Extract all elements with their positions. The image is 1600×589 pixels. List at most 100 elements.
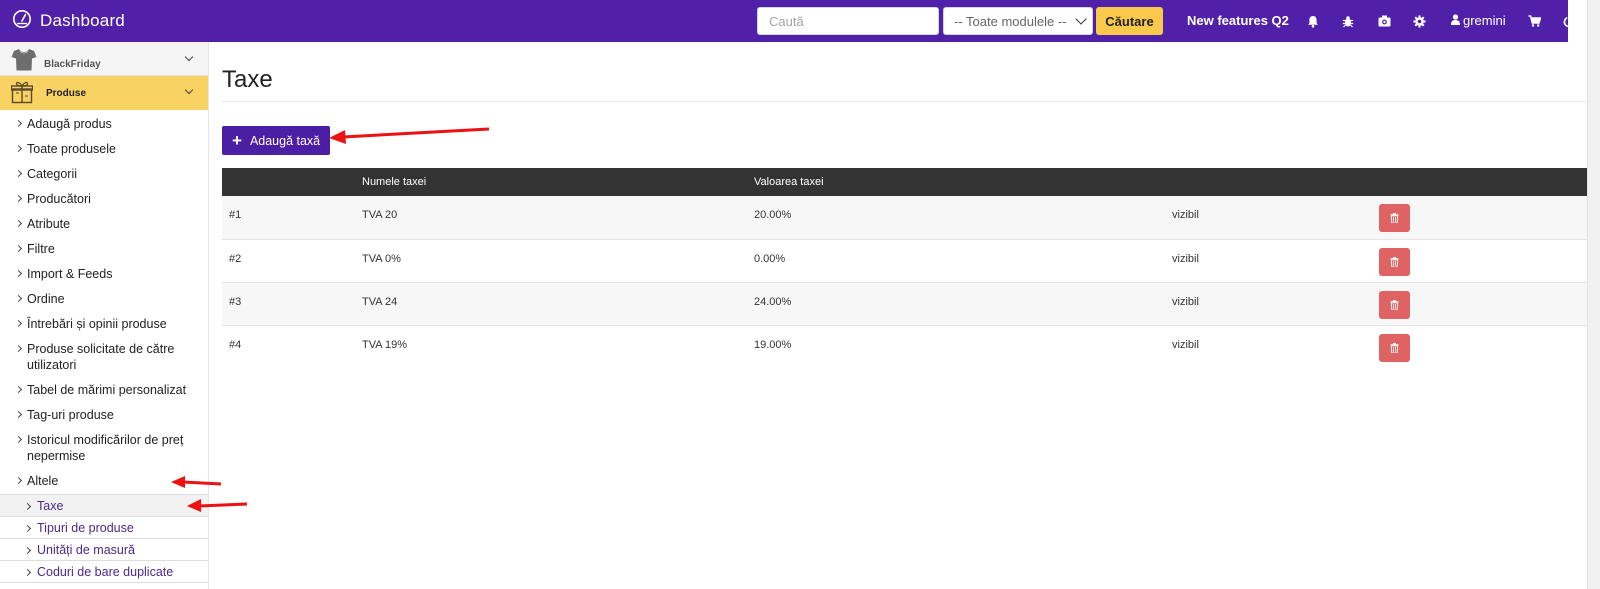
bell-icon[interactable]	[1306, 13, 1320, 29]
store-selector[interactable]: BlackFriday	[0, 42, 208, 76]
chevron-right-icon	[16, 341, 24, 373]
chevron-right-icon	[16, 291, 24, 307]
section-produse[interactable]: Produse	[0, 76, 208, 110]
table-row: #2 TVA 0% 0.00% vizibil	[222, 239, 1587, 283]
module-select[interactable]: -- Toate modulele --	[943, 7, 1093, 35]
trash-icon	[1390, 342, 1399, 353]
tax-name: TVA 19%	[362, 338, 408, 351]
column-header-actions	[1372, 168, 1587, 196]
sidebar-submenu-altele: Taxe Tipuri de produse Unități de masură…	[0, 494, 208, 583]
tax-name: TVA 20	[355, 196, 747, 240]
column-header-name: Numele taxei	[355, 168, 747, 196]
sidebar-subitem-taxe[interactable]: Taxe	[0, 495, 208, 517]
gift-icon	[10, 80, 34, 109]
gear-icon[interactable]	[1412, 13, 1426, 29]
plus-icon: +	[232, 130, 242, 150]
sidebar-item-altele[interactable]: Altele	[0, 473, 208, 489]
annotation-arrow-add-button	[329, 127, 490, 144]
module-select-value: -- Toate modulele --	[954, 13, 1067, 29]
tax-actions	[1372, 196, 1587, 240]
chevron-down-icon	[184, 52, 194, 62]
tax-actions	[1372, 282, 1587, 326]
table-row: #3 TVA 24 24.00% vizibil	[222, 282, 1587, 326]
trash-icon	[1390, 299, 1399, 310]
title-divider	[222, 101, 1587, 102]
search-input[interactable]	[757, 7, 939, 35]
chevron-right-icon	[25, 545, 33, 555]
camera-icon[interactable]	[1377, 13, 1391, 29]
chevron-right-icon	[16, 473, 24, 489]
chevron-right-icon	[25, 523, 33, 533]
chevron-right-icon	[16, 241, 24, 257]
delete-button[interactable]	[1379, 290, 1410, 319]
column-header-value: Valoarea taxei	[747, 168, 1165, 196]
trash-icon	[1390, 213, 1399, 223]
tax-id: #4	[229, 338, 242, 351]
chevron-right-icon	[16, 407, 24, 423]
page-scrollbar[interactable]	[1587, 0, 1600, 589]
chevron-right-icon	[16, 116, 24, 132]
sidebar-item-produse-solicitate[interactable]: Produse solicitate de către utilizatori	[0, 341, 208, 373]
delete-button[interactable]	[1379, 247, 1410, 276]
section-name: Produse	[46, 88, 87, 99]
tax-name: TVA 0%	[355, 239, 747, 283]
tax-id: #3	[222, 282, 355, 326]
store-name: BlackFriday	[44, 59, 101, 70]
bug-icon[interactable]	[1341, 13, 1355, 29]
column-header-id	[222, 168, 355, 196]
brand[interactable]: Dashboard	[12, 9, 125, 33]
chevron-right-icon	[16, 166, 24, 182]
sidebar-item-ordine[interactable]: Ordine	[0, 291, 208, 307]
sidebar-item-categorii[interactable]: Categorii	[0, 166, 208, 182]
chevron-right-icon	[16, 216, 24, 232]
chevron-down-icon	[184, 85, 194, 95]
sidebar-item-istoric-preturi[interactable]: Istoricul modificărilor de preț nepermis…	[0, 432, 208, 464]
chevron-down-icon	[1075, 13, 1087, 25]
tax-id: #1	[222, 196, 355, 240]
tax-status: vizibil	[1165, 282, 1372, 326]
sidebar-subitem-coduri-bare[interactable]: Coduri de bare duplicate	[0, 561, 208, 583]
chevron-right-icon	[25, 567, 33, 577]
sidebar-subitem-unitati-masura[interactable]: Unități de masură	[0, 539, 208, 561]
sidebar-item-producatori[interactable]: Producători	[0, 191, 208, 207]
chevron-right-icon	[16, 316, 24, 332]
trash-icon	[1390, 256, 1399, 267]
sidebar-item-adauga-produs[interactable]: Adaugă produs	[0, 116, 208, 132]
sidebar-subitem-tipuri-produse[interactable]: Tipuri de produse	[0, 517, 208, 539]
chevron-right-icon	[16, 266, 24, 282]
user-menu[interactable]: gremini	[1451, 13, 1506, 28]
chevron-right-icon	[16, 141, 24, 157]
taxes-table: Numele taxei Valoarea taxei #1 TVA 20 20…	[222, 168, 1587, 368]
tax-status: vizibil	[1172, 338, 1199, 351]
username: gremini	[1463, 13, 1506, 28]
delete-button[interactable]	[1379, 204, 1410, 232]
delete-button[interactable]	[1379, 333, 1410, 362]
add-tax-button[interactable]: + Adaugă taxă	[222, 126, 330, 155]
tax-value: 0.00%	[747, 239, 1165, 283]
tax-status: vizibil	[1165, 239, 1372, 283]
page-title: Taxe	[222, 66, 273, 93]
column-header-status	[1165, 168, 1372, 196]
cart-icon[interactable]	[1527, 13, 1541, 29]
search-button[interactable]: Căutare	[1096, 7, 1163, 35]
new-features-link[interactable]: New features Q2	[1187, 13, 1289, 28]
sidebar-item-intrebari[interactable]: Întrebări și opinii produse	[0, 316, 208, 332]
chevron-right-icon	[25, 501, 33, 511]
table-header-row: Numele taxei Valoarea taxei	[222, 168, 1587, 196]
sidebar-item-filtre[interactable]: Filtre	[0, 241, 208, 257]
chevron-right-icon	[16, 382, 24, 398]
sidebar-item-tag-uri[interactable]: Tag-uri produse	[0, 407, 208, 423]
sidebar-item-toate-produsele[interactable]: Toate produsele	[0, 141, 208, 157]
sidebar-item-atribute[interactable]: Atribute	[0, 216, 208, 232]
sidebar-menu: Adaugă produs Toate produsele Categorii …	[0, 116, 208, 489]
sidebar-item-import-feeds[interactable]: Import & Feeds	[0, 266, 208, 282]
tax-status: vizibil	[1165, 196, 1372, 240]
chevron-right-icon	[16, 191, 24, 207]
power-icon[interactable]	[1562, 13, 1576, 29]
tax-name: TVA 24	[355, 282, 747, 326]
app-title: Dashboard	[40, 11, 125, 30]
tax-value: 20.00%	[747, 196, 1165, 240]
tax-actions	[1372, 325, 1587, 368]
sidebar-item-tabel-marimi[interactable]: Tabel de mărimi personalizat	[0, 382, 208, 398]
sidebar: BlackFriday Produse Adaugă produs Toate …	[0, 42, 209, 589]
